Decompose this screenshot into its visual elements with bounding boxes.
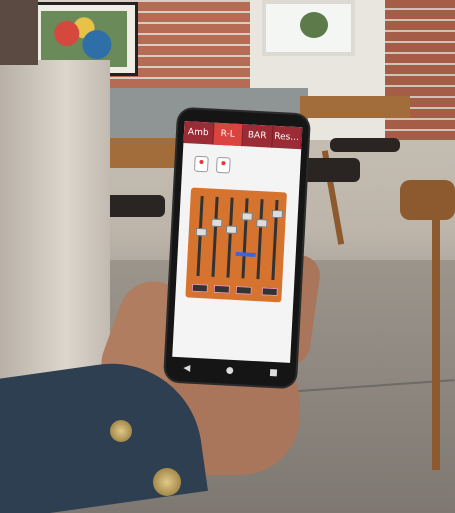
fader-handle[interactable] xyxy=(195,227,207,237)
mixer-button[interactable] xyxy=(191,283,209,293)
chair-far-right xyxy=(400,180,455,220)
fader-handle[interactable] xyxy=(271,209,284,219)
fader-handle[interactable] xyxy=(211,218,223,228)
recents-icon[interactable]: ■ xyxy=(269,368,278,378)
tab-res[interactable]: Res... xyxy=(271,125,303,150)
app-tab-bar: Amb R-L BAR Res... xyxy=(183,121,303,150)
brick-wall-right xyxy=(385,0,455,140)
sleeve-button xyxy=(153,468,181,496)
mixer-button[interactable] xyxy=(235,286,252,295)
chair-right-seat xyxy=(300,158,360,182)
fader-handle[interactable] xyxy=(256,218,268,228)
mixer-button[interactable] xyxy=(213,284,231,294)
tab-r-l[interactable]: R-L xyxy=(212,122,244,147)
fader-handle[interactable] xyxy=(241,212,253,221)
phone-screen: Amb R-L BAR Res... xyxy=(172,121,303,363)
mixer-panel xyxy=(185,187,287,303)
level-bar xyxy=(235,251,256,257)
fader-track xyxy=(211,196,219,277)
mixer-button[interactable] xyxy=(261,287,278,297)
painting-artwork xyxy=(41,11,127,67)
sleeve-button xyxy=(110,420,132,442)
fader-track xyxy=(256,199,264,280)
potted-plant xyxy=(300,12,328,38)
knob-control[interactable] xyxy=(193,155,209,173)
smartphone: Amb R-L BAR Res... ◀ ● ■ xyxy=(164,108,310,388)
chair-far-seat xyxy=(330,138,400,152)
fader-handle[interactable] xyxy=(225,225,238,234)
chair-far-right-leg xyxy=(432,220,440,470)
android-nav-bar: ◀ ● ■ xyxy=(165,362,295,379)
knob-control[interactable] xyxy=(215,156,231,174)
photo-scene: Amb R-L BAR Res... ◀ ● ■ xyxy=(0,0,455,513)
knob-row xyxy=(193,155,231,174)
fader-track xyxy=(226,197,234,278)
home-icon[interactable]: ● xyxy=(226,366,234,376)
concrete-pillar xyxy=(0,60,110,410)
pillar-shadow xyxy=(0,0,38,65)
wooden-table-back xyxy=(300,96,410,118)
tab-amb[interactable]: Amb xyxy=(183,121,215,145)
back-icon[interactable]: ◀ xyxy=(183,363,190,373)
tab-bar[interactable]: BAR xyxy=(242,124,273,148)
fader-track xyxy=(241,198,249,279)
